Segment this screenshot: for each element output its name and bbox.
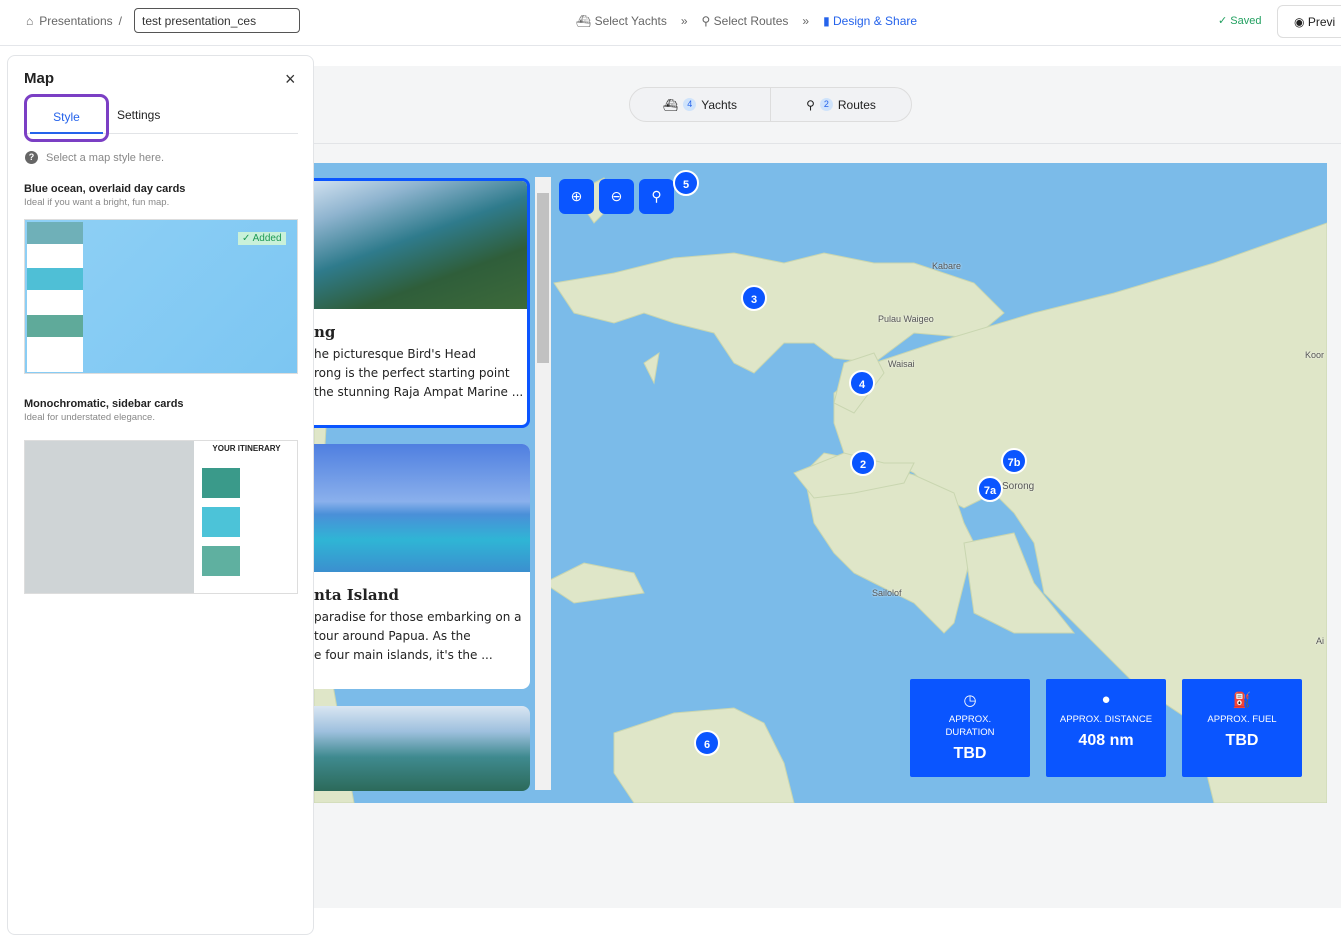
route-marker[interactable]: 7a bbox=[977, 476, 1003, 502]
stat-fuel: ⛽ APPROX. FUEL TBD bbox=[1182, 679, 1302, 777]
clock-icon: ◷ bbox=[963, 692, 977, 709]
stat-distance: ● APPROX. DISTANCE 408 nm bbox=[1046, 679, 1166, 777]
place-label: Ai bbox=[1316, 636, 1325, 646]
map-canvas[interactable]: Kabare Pulau Waigeo Waisai Koor Sorong S… bbox=[314, 163, 1327, 803]
style-preview-mono[interactable]: YOUR ITINERARY bbox=[24, 440, 298, 594]
place-label: Waisai bbox=[888, 359, 915, 369]
place-label: Pulau Waigeo bbox=[878, 314, 934, 324]
scrollbar-thumb[interactable] bbox=[537, 193, 549, 363]
route-view-button[interactable]: ⚲ bbox=[639, 179, 674, 214]
preview-heading: YOUR ITINERARY bbox=[212, 444, 281, 453]
route-icon: ⚲ bbox=[806, 97, 815, 112]
saved-status: ✓ Saved bbox=[1218, 15, 1262, 27]
route-icon: ⚲ bbox=[651, 188, 662, 204]
stat-duration: ◷ APPROX. DURATION TBD bbox=[910, 679, 1030, 777]
zoom-in-button[interactable]: ⊕ bbox=[559, 179, 594, 214]
presentation-title-input[interactable] bbox=[134, 8, 300, 33]
divider bbox=[314, 143, 1341, 144]
minus-circle-icon: ⊖ bbox=[610, 188, 623, 204]
day-card-title: ng bbox=[314, 323, 336, 341]
step-design-share[interactable]: ▮ Design & Share bbox=[823, 14, 917, 28]
home-icon[interactable]: ⌂ bbox=[26, 14, 33, 28]
top-bar: ⌂ Presentations / ⛴ Select Yachts » ⚲ Se… bbox=[0, 0, 1341, 46]
day-card[interactable] bbox=[314, 706, 530, 791]
style-option-mono[interactable]: Monochromatic, sidebar cards Ideal for u… bbox=[24, 398, 298, 594]
fuel-icon: ⛽ bbox=[1232, 692, 1252, 709]
zoom-out-button[interactable]: ⊖ bbox=[599, 179, 634, 214]
yacht-icon: ⛴ bbox=[662, 97, 679, 112]
tab-style[interactable]: Style bbox=[24, 94, 109, 142]
place-label: Kabare bbox=[932, 261, 962, 271]
active-tab-indicator bbox=[30, 132, 103, 134]
route-icon: ⚲ bbox=[701, 14, 714, 28]
day-card-image bbox=[314, 706, 530, 791]
plus-circle-icon: ⊕ bbox=[570, 188, 583, 204]
step-separator: » bbox=[680, 14, 688, 28]
route-marker[interactable]: 3 bbox=[741, 285, 767, 311]
style-preview-blue[interactable]: ✓ Added bbox=[24, 219, 298, 374]
route-marker[interactable]: 4 bbox=[849, 370, 875, 396]
style-option-blue[interactable]: Blue ocean, overlaid day cards Ideal if … bbox=[24, 183, 298, 374]
eye-icon: ◉ bbox=[1294, 15, 1308, 29]
map-style-panel: Map × Style Settings ? Select a map styl… bbox=[7, 55, 314, 935]
tab-settings[interactable]: Settings bbox=[117, 108, 160, 122]
yachts-button[interactable]: ⛴ 4 Yachts bbox=[630, 88, 771, 121]
pin-icon: ● bbox=[1101, 691, 1111, 708]
breadcrumb: ⌂ Presentations / bbox=[26, 14, 122, 28]
routes-count: 2 bbox=[819, 98, 833, 111]
route-marker[interactable]: 6 bbox=[694, 730, 720, 756]
place-label: Koor bbox=[1305, 350, 1325, 360]
step-select-routes[interactable]: ⚲ Select Routes bbox=[702, 14, 789, 28]
breadcrumb-presentations[interactable]: Presentations bbox=[39, 14, 112, 28]
step-select-yachts[interactable]: ⛴ Select Yachts bbox=[576, 14, 667, 28]
toolbar-pill: ⛴ 4 Yachts ⚲ 2 Routes bbox=[629, 87, 912, 122]
route-marker[interactable]: 2 bbox=[850, 450, 876, 476]
yacht-icon: ⛴ bbox=[576, 14, 595, 28]
yachts-count: 4 bbox=[683, 98, 697, 111]
day-card-image bbox=[314, 181, 527, 309]
route-marker[interactable]: 7b bbox=[1001, 448, 1027, 474]
close-icon[interactable]: × bbox=[285, 69, 296, 90]
added-badge: ✓ Added bbox=[238, 232, 286, 245]
day-card-title: nta Island bbox=[314, 586, 400, 604]
breadcrumb-separator: / bbox=[118, 14, 122, 28]
day-card-image bbox=[314, 444, 530, 572]
place-label: Sailolof bbox=[872, 588, 902, 598]
place-label: Sorong bbox=[1002, 481, 1035, 492]
preview-button[interactable]: ◉ Previ bbox=[1277, 5, 1341, 38]
design-icon: ▮ bbox=[823, 14, 833, 28]
wizard-steps: ⛴ Select Yachts » ⚲ Select Routes » ▮ De… bbox=[576, 14, 917, 28]
cards-scrollbar[interactable] bbox=[535, 177, 551, 790]
step-separator: » bbox=[802, 14, 810, 28]
routes-button[interactable]: ⚲ 2 Routes bbox=[771, 88, 911, 121]
workspace: ⛴ 4 Yachts ⚲ 2 Routes Kabare Pulau Waigeo Wa… bbox=[314, 66, 1341, 908]
day-card[interactable]: nta Island paradise for those embarking … bbox=[314, 444, 530, 689]
day-card[interactable]: ng he picturesque Bird's Head rong is th… bbox=[314, 178, 530, 428]
panel-hint: ? Select a map style here. bbox=[25, 151, 164, 164]
help-icon: ? bbox=[25, 151, 38, 164]
route-marker[interactable]: 5 bbox=[673, 170, 699, 196]
panel-title: Map bbox=[24, 70, 54, 87]
